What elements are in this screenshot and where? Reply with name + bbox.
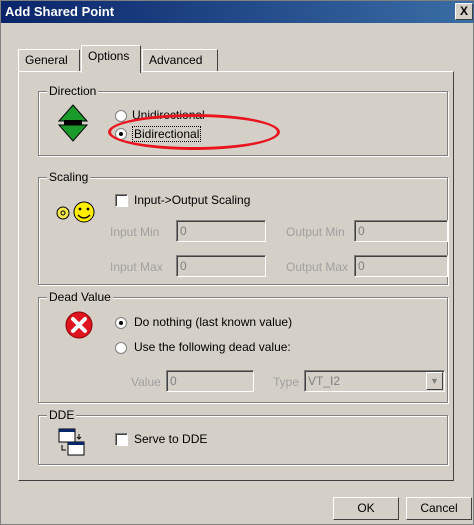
ok-button[interactable]: OK	[333, 497, 399, 520]
close-button[interactable]: X	[455, 3, 473, 20]
cancel-button[interactable]: Cancel	[406, 497, 472, 520]
scaling-legend: Scaling	[47, 170, 91, 184]
dde-exchange-icon	[58, 428, 85, 456]
use-dead-value-label[interactable]: Use the following dead value:	[134, 340, 291, 354]
do-nothing-label[interactable]: Do nothing (last known value)	[134, 315, 292, 329]
type-select[interactable]: VT_I2	[304, 370, 445, 392]
direction-legend: Direction	[47, 84, 99, 98]
dead-value-legend: Dead Value	[47, 290, 113, 304]
output-max-label: Output Max	[286, 260, 349, 274]
highlight-ellipse	[108, 114, 280, 150]
tab-options[interactable]: Options	[81, 45, 141, 73]
value-label: Value	[131, 375, 161, 389]
output-max-field[interactable]: 0	[354, 255, 448, 277]
input-max-label: Input Max	[110, 260, 163, 274]
tab-general[interactable]: General	[18, 49, 80, 71]
window-title: Add Shared Point	[5, 4, 115, 19]
input-min-field[interactable]: 0	[176, 220, 266, 242]
input-output-scaling-label[interactable]: Input->Output Scaling	[134, 193, 250, 207]
serve-to-dde-label[interactable]: Serve to DDE	[134, 432, 207, 446]
output-min-field[interactable]: 0	[354, 220, 448, 242]
do-nothing-radio[interactable]	[115, 317, 127, 329]
type-select-value: VT_I2	[308, 374, 341, 388]
add-shared-point-dialog: Add Shared Point X General Options Advan…	[0, 0, 474, 525]
tab-advanced[interactable]: Advanced	[142, 49, 218, 71]
error-x-icon	[65, 311, 93, 339]
dde-legend: DDE	[47, 408, 77, 422]
input-output-scaling-checkbox[interactable]	[115, 194, 128, 207]
title-bar[interactable]: Add Shared Point X	[1, 1, 474, 23]
arrows-up-down-icon	[58, 104, 88, 142]
dead-value-field[interactable]: 0	[166, 370, 254, 392]
use-dead-value-radio[interactable]	[115, 342, 127, 354]
output-min-label: Output Min	[286, 225, 345, 239]
serve-to-dde-checkbox[interactable]	[115, 433, 128, 446]
input-min-label: Input Min	[110, 225, 160, 239]
input-max-field[interactable]: 0	[176, 255, 266, 277]
type-label: Type	[273, 375, 300, 389]
scaling-smiley-icon	[56, 201, 95, 223]
type-dropdown-arrow-icon[interactable]: ▼	[426, 372, 443, 390]
dde-group: DDE	[38, 408, 448, 465]
